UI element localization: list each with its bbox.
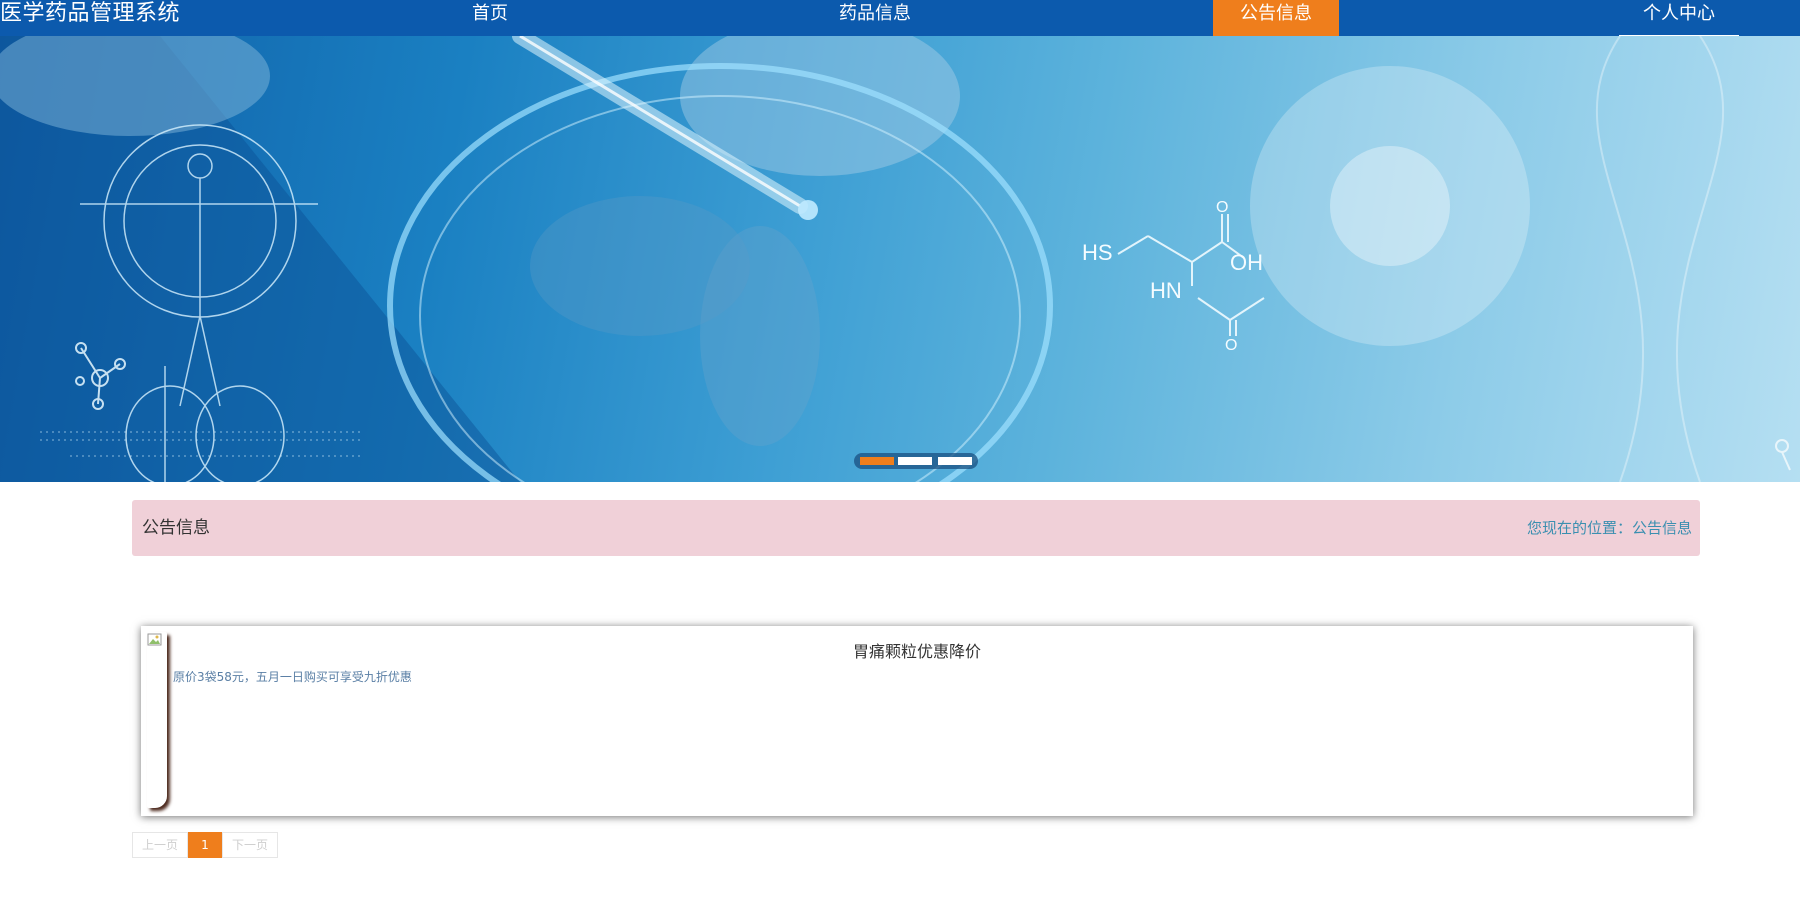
nav-home[interactable]: 首页: [440, 0, 540, 36]
site-title: 医学药品管理系统: [0, 1, 181, 26]
carousel-indicators: [854, 453, 978, 469]
banner-text-hs: HS: [1082, 240, 1113, 265]
banner-illustration: HS HN OH O O: [0, 36, 1791, 482]
nav-notices[interactable]: 公告信息: [1213, 0, 1339, 36]
hero-banner: HS HN OH O O: [0, 36, 1800, 482]
page-title: 公告信息: [142, 518, 210, 538]
breadcrumb-current[interactable]: 公告信息: [1632, 519, 1692, 537]
breadcrumb-bar: 公告信息 您现在的位置：公告信息: [132, 500, 1700, 556]
top-navbar: 医学药品管理系统 首页 药品信息 公告信息 个人中心: [0, 0, 1800, 36]
notice-title[interactable]: 胃痛颗粒优惠降价: [141, 638, 1693, 662]
banner-text-o-bottom: O: [1225, 337, 1237, 354]
prev-page-button[interactable]: 上一页: [132, 832, 188, 858]
breadcrumb-prefix: 您现在的位置：: [1526, 519, 1632, 537]
banner-text-hn: HN: [1150, 278, 1182, 303]
carousel-dot-2[interactable]: [898, 457, 932, 465]
next-page-button[interactable]: 下一页: [222, 832, 278, 858]
banner-text-oh: OH: [1230, 250, 1263, 275]
nav-personal-center[interactable]: 个人中心: [1619, 0, 1739, 36]
carousel-dot-3[interactable]: [938, 457, 972, 465]
notice-description: 原价3袋58元，五月一日购买可享受九折优惠: [173, 670, 412, 684]
notice-card[interactable]: 胃痛颗粒优惠降价 原价3袋58元，五月一日购买可享受九折优惠: [141, 626, 1693, 816]
breadcrumb: 您现在的位置：公告信息: [1527, 500, 1692, 556]
nav-medicine-info[interactable]: 药品信息: [810, 0, 940, 36]
page-1-button[interactable]: 1: [188, 832, 222, 858]
carousel-dot-1[interactable]: [860, 457, 894, 465]
banner-text-o-top: O: [1216, 199, 1228, 216]
